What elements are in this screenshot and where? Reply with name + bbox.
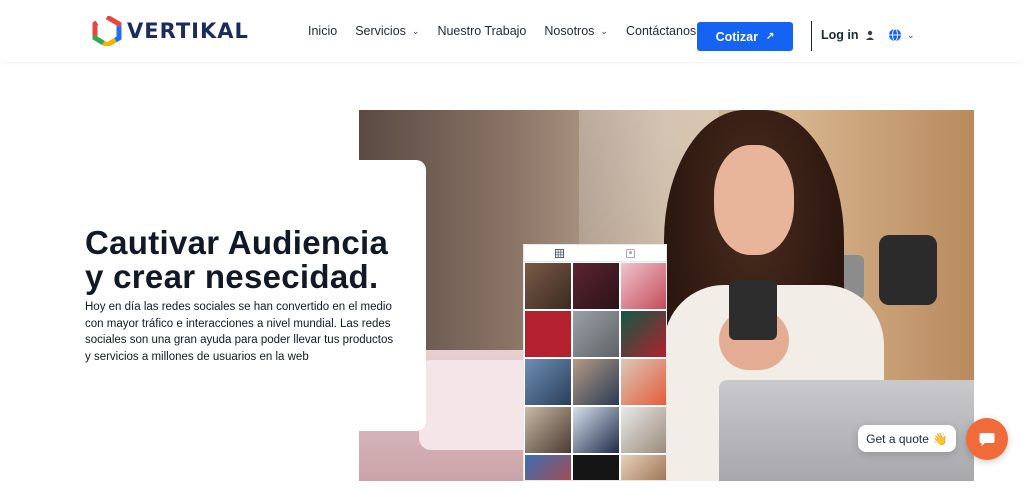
nav-item-servicios[interactable]: Servicios ⌄ [355,24,419,38]
nav-item-label: Servicios [355,24,406,38]
nav-item-label: Inicio [308,24,338,38]
logo-text: VERTIKAL [127,19,249,43]
nav-item-contactanos[interactable]: Contáctanos [626,24,696,38]
feed-post [573,455,619,480]
feed-post [525,407,571,453]
language-selector[interactable]: ⌄ [888,28,915,42]
main-nav: Inicio Servicios ⌄ Nuestro Trabajo Nosot… [308,0,714,62]
nav-item-inicio[interactable]: Inicio [308,24,337,38]
arrow-up-right-icon: ↗ [765,31,775,42]
feed-post [525,455,571,480]
globe-icon [889,28,901,42]
chevron-down-icon: ⌄ [411,25,420,36]
chevron-down-icon: ⌄ [600,25,608,36]
feed-post [621,263,666,309]
hero-card [60,160,426,431]
chat-button[interactable] [966,418,1008,460]
logo-mark-icon [92,16,122,46]
cotizar-button[interactable]: Cotizar ↗ [697,22,793,51]
feed-post [621,359,666,405]
chevron-down-icon: ⌄ [907,29,915,40]
chat-bubble-icon [979,433,995,446]
nav-item-nuestro-trabajo[interactable]: Nuestro Trabajo [437,24,526,38]
feed-post [573,311,619,357]
feed-post [525,311,571,357]
nav-item-label: Nosotros [544,24,595,38]
user-icon [865,30,874,40]
feed-post [573,407,619,453]
hero-title: Cautivar Audiencia y crear nesecidad. [85,224,389,295]
cotizar-button-label: Cotizar [715,29,758,44]
feed-post [573,359,619,405]
hero-description: Hoy en día las redes sociales se han con… [85,301,394,363]
get-quote-label: Get a quote [866,431,929,446]
feed-post [573,263,619,309]
logo[interactable]: VERTIKAL [92,16,249,46]
login-label: Log in [821,28,859,42]
header-divider [811,21,812,51]
nav-item-nosotros[interactable]: Nosotros ⌄ [544,24,608,38]
tagged-icon [626,248,635,258]
feed-post [621,407,666,453]
feed-post [525,263,571,309]
site-header: VERTIKAL Inicio Servicios ⌄ Nuestro Trab… [0,0,1024,62]
nav-item-label: Contáctanos [625,24,697,38]
feed-post [621,311,666,357]
nav-item-label: Nuestro Trabajo [437,24,527,38]
feed-post [525,359,571,405]
login-link[interactable]: Log in [821,28,875,42]
get-quote-button[interactable]: Get a quote 👋 [858,425,956,452]
grid-icon [555,248,564,258]
waving-hand-icon: 👋 [932,431,948,446]
feed-post [621,455,666,480]
social-feed-mockup [523,244,667,481]
